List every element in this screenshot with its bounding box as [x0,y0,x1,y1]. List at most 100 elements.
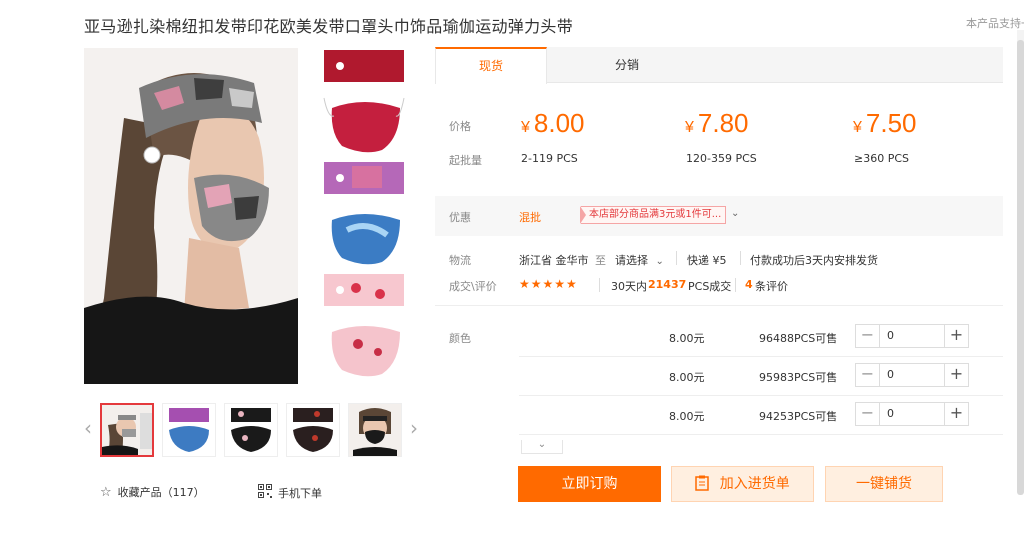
currency-symbol: ¥ [685,119,694,136]
qty-range-2: 120-359 PCS [686,152,757,165]
express-fee: 快递 ¥5 [687,254,727,267]
thumbnail-5[interactable] [348,403,402,457]
sku-stock: 94253PCS可售 [759,410,838,423]
qty-label: 起批量 [449,154,482,167]
buy-now-button[interactable]: 立即订购 [518,466,661,502]
sku-stock: 96488PCS可售 [759,332,838,345]
favorite-label: 收藏产品（117） [117,486,205,499]
price-value: 7.80 [697,108,749,138]
quantity-stepper: − 0 + [855,363,969,387]
promo-row: 优惠 混批 本店部分商品满3元或1件可... ⌄ [435,196,1003,236]
thumb-prev-arrow-icon[interactable]: ‹ [84,416,92,440]
tab-distribution[interactable]: 分销 [571,47,683,83]
price-tier-3: ¥7.50 [853,108,917,139]
variant-column [318,48,410,388]
clipboard-icon [695,475,719,492]
reviews-label: 成交\评价 [449,280,497,293]
support-note: 本产品支持一 [966,17,1024,30]
decrement-button[interactable]: − [856,403,880,425]
tab-spot[interactable]: 现货 [435,47,547,84]
one-click-distribute-button[interactable]: 一键铺货 [825,466,943,502]
quantity-input[interactable]: 0 [880,325,940,347]
price-label: 价格 [449,120,471,133]
divider [599,278,600,292]
logistics-label: 物流 [449,254,471,267]
logistics-to: 至 [595,254,606,267]
thumb-next-arrow-icon[interactable]: › [410,416,418,440]
quantity-stepper: − 0 + [855,402,969,426]
price-tier-2: ¥7.80 [685,108,749,139]
sku-stock: 95983PCS可售 [759,371,838,384]
divider [676,251,677,265]
price-tier-1: ¥8.00 [521,108,585,139]
divider [740,251,741,265]
increment-button[interactable]: + [944,364,968,386]
favorite-product[interactable]: ☆ 收藏产品（117） [100,484,205,500]
sku-row: 8.00元 96488PCS可售 − 0 + [519,318,1003,357]
variant-headband-floral[interactable] [322,272,406,308]
reviews-row: 成交\评价 ★★★★★ 30天内 21437 PCS成交 4 条评价 [435,272,1003,300]
sku-row: 8.00元 94253PCS可售 − 0 + [519,396,1003,435]
expand-sku-button[interactable]: ⌄ [521,440,563,454]
chevron-down-icon: ⌄ [537,439,547,450]
quantity-input[interactable]: 0 [880,403,940,425]
section-divider [435,305,1003,306]
sku-price: 8.00元 [669,371,705,384]
chevron-down-icon[interactable]: ⌄ [731,208,739,219]
increment-button[interactable]: + [944,403,968,425]
deals-prefix: 30天内 [611,280,647,293]
mobile-order[interactable]: 手机下单 [258,484,322,501]
decrement-button[interactable]: − [856,325,880,347]
mobile-order-label: 手机下单 [278,486,322,500]
promo-tag: 混批 [519,211,541,224]
variant-mask-blue[interactable] [322,200,406,268]
sku-price: 8.00元 [669,332,705,345]
color-label: 颜色 [449,332,471,345]
product-title: 亚马逊扎染棉纽扣发带印花欧美发带口罩头巾饰品瑜伽运动弹力头带 [84,17,574,36]
currency-symbol: ¥ [521,119,530,136]
destination-select[interactable]: 请选择 ⌄ [615,252,664,268]
destination-value: 请选择 [615,254,648,267]
add-to-purchase-list-button[interactable]: 加入进货单 [671,466,814,502]
thumbnail-strip: ‹ › [84,400,424,460]
thumbnail-4[interactable] [286,403,340,457]
scrollbar-thumb[interactable] [1017,40,1024,495]
sku-table: 颜色 8.00元 96488PCS可售 − 0 + 8.00元 95983PCS… [435,318,1003,448]
decrement-button[interactable]: − [856,364,880,386]
promo-text[interactable]: 本店部分商品满3元或1件可... [579,206,727,224]
variant-mask-red[interactable] [322,88,406,156]
thumbnail-3[interactable] [224,403,278,457]
logistics-origin: 浙江省 金华市 [519,254,589,267]
quantity-input[interactable]: 0 [880,364,940,386]
star-outline-icon: ☆ [100,484,112,500]
logistics-row: 物流 浙江省 金华市 至 请选择 ⌄ 快递 ¥5 付款成功后3天内安排发货 [435,244,1003,272]
review-count[interactable]: 4 [745,278,753,291]
thumbnail-1[interactable] [100,403,154,457]
review-suffix[interactable]: 条评价 [755,278,788,294]
main-product-image [84,48,298,384]
qty-range-1: 2-119 PCS [521,152,578,165]
sku-price: 8.00元 [669,410,705,423]
qr-code-icon [258,484,272,501]
price-value: 8.00 [533,108,585,138]
chevron-down-icon: ⌄ [655,256,664,267]
thumbnail-2[interactable] [162,403,216,457]
variant-headband-tiedye[interactable] [322,160,406,196]
price-value: 7.50 [865,108,917,138]
offer-tabs: 现货 分销 [435,47,1003,84]
currency-symbol: ¥ [853,119,862,136]
shipping-note: 付款成功后3天内安排发货 [750,254,878,267]
deals-suffix: PCS成交 [688,280,732,293]
variant-headband-red[interactable] [322,48,406,84]
promo-label: 优惠 [449,211,471,224]
variant-mask-floral[interactable] [322,312,406,380]
rating-stars-icon: ★★★★★ [519,277,578,291]
price-block: 价格 起批量 ¥8.00 ¥7.80 ¥7.50 2-119 PCS 120-3… [435,83,1003,183]
sku-row: 8.00元 95983PCS可售 − 0 + [519,357,1003,396]
divider [735,278,736,292]
add-to-list-label: 加入进货单 [719,476,790,492]
increment-button[interactable]: + [944,325,968,347]
qty-range-3: ≥360 PCS [854,152,910,165]
quantity-stepper: − 0 + [855,324,969,348]
deals-count: 21437 [648,278,687,291]
